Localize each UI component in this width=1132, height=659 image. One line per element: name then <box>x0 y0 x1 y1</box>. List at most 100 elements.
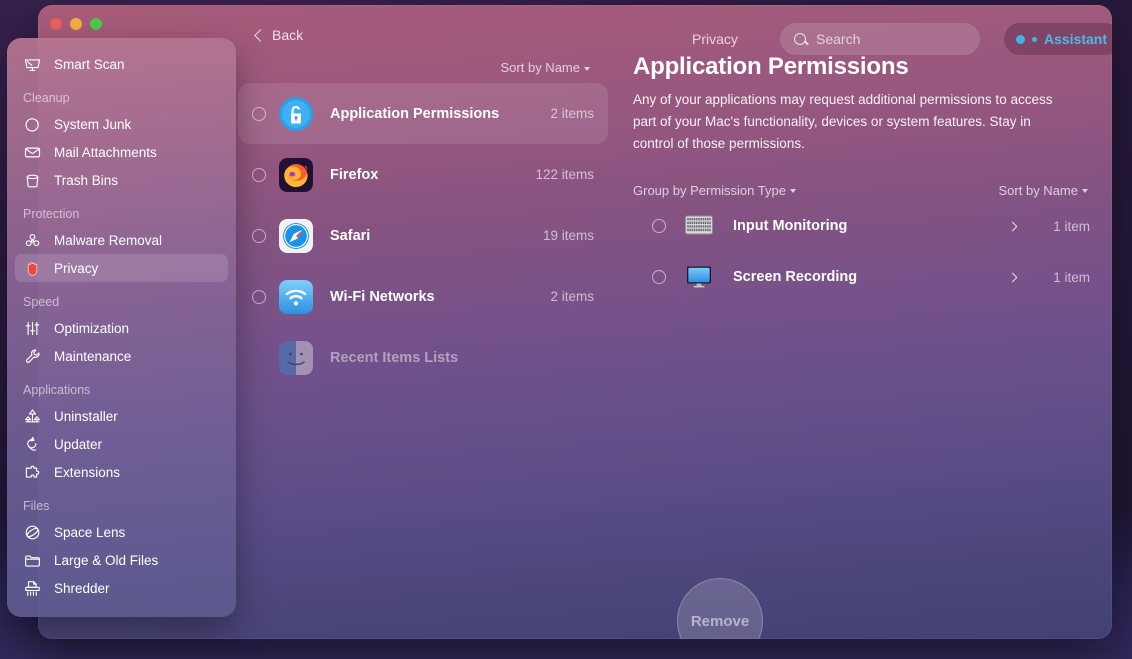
items-list: Application Permissions 2 items Firefox 122… <box>238 83 608 388</box>
sidebar-item-smart-scan[interactable]: Smart Scan <box>15 50 228 78</box>
sidebar-item-uninstaller[interactable]: Uninstaller <box>15 402 228 430</box>
sidebar-item-malware-removal[interactable]: Malware Removal <box>15 226 228 254</box>
window-controls <box>50 18 102 30</box>
list-sort-label: Sort by Name <box>500 60 580 75</box>
permission-row[interactable]: Screen Recording 1 item <box>633 255 1090 300</box>
puzzle-icon <box>23 463 42 482</box>
sidebar-item-label: Shredder <box>54 580 110 596</box>
sidebar-item-label: System Junk <box>54 116 132 132</box>
updater-icon <box>23 435 42 454</box>
assistant-dot-large-icon <box>1016 34 1025 44</box>
sidebar-group-title: Files <box>23 499 50 513</box>
biohazard-icon <box>23 231 42 250</box>
list-item[interactable]: Recent Items Lists <box>238 327 608 388</box>
detail-toolbar: Group by Permission Type Sort by Name <box>633 183 1090 198</box>
permission-checkbox[interactable] <box>652 219 666 234</box>
space-lens-icon <box>23 523 42 542</box>
sidebar-item-large-old-files[interactable]: Large & Old Files <box>15 546 228 574</box>
list-sort-control[interactable]: Sort by Name <box>501 60 590 75</box>
permission-count: 1 item <box>1053 218 1090 234</box>
group-by-control[interactable]: Group by Permission Type <box>633 183 796 198</box>
sidebar-item-optimization[interactable]: Optimization <box>15 314 228 342</box>
search-placeholder: Search <box>816 31 861 47</box>
wifi-icon <box>279 279 313 314</box>
list-toolbar: Sort by Name <box>238 60 608 83</box>
sidebar-item-label: Mail Attachments <box>54 144 157 160</box>
list-item-count: 2 items <box>550 289 594 304</box>
list-item-count: 2 items <box>550 106 594 121</box>
sidebar-item-label: Maintenance <box>54 348 132 364</box>
sidebar-item-label: Large & Old Files <box>54 552 159 568</box>
sidebar-item-shredder[interactable]: Shredder <box>15 574 228 602</box>
sidebar-item-extensions[interactable]: Extensions <box>15 458 228 486</box>
shredder-icon <box>23 579 42 598</box>
list-item-name: Application Permissions <box>330 105 500 122</box>
folder-icon <box>23 551 42 570</box>
back-button[interactable]: Back <box>254 27 304 43</box>
list-item-checkbox[interactable] <box>252 167 266 182</box>
mail-icon <box>23 143 42 162</box>
sidebar-group-title: Speed <box>23 295 60 309</box>
list-item-checkbox[interactable] <box>252 228 266 243</box>
permission-count: 1 item <box>1053 269 1090 285</box>
sidebar-item-mail-attachments[interactable]: Mail Attachments <box>15 138 228 166</box>
unlock-badge-icon <box>279 96 313 131</box>
detail-sort-label: Sort by Name <box>998 182 1078 198</box>
sidebar-item-label: Extensions <box>54 464 121 480</box>
sidebar-item-privacy[interactable]: Privacy <box>15 254 228 282</box>
list-item[interactable]: Wi-Fi Networks 2 items <box>238 266 608 327</box>
items-list-panel: Sort by Name Application Permissions 2 it… <box>238 60 608 388</box>
list-item-name: Safari <box>330 227 371 244</box>
minimize-button[interactable] <box>70 18 82 30</box>
list-item-checkbox[interactable] <box>252 289 266 304</box>
assistant-button[interactable]: Assistant <box>1004 23 1112 55</box>
sidebar-item-system-junk[interactable]: System Junk <box>15 110 228 138</box>
sliders-icon <box>23 319 42 338</box>
sidebar-item-space-lens[interactable]: Space Lens <box>15 518 228 546</box>
sidebar-group-title: Cleanup <box>23 91 70 105</box>
assistant-label: Assistant <box>1044 31 1108 47</box>
close-button[interactable] <box>50 18 62 30</box>
sidebar-group-title: Applications <box>23 383 91 397</box>
sidebar: Smart Scan Cleanup System Junk Mail Attach… <box>7 38 236 617</box>
sidebar-item-maintenance[interactable]: Maintenance <box>15 342 228 370</box>
trash-icon <box>23 171 42 190</box>
list-item-count: 122 items <box>535 167 594 182</box>
permission-checkbox[interactable] <box>652 270 666 285</box>
zoom-button[interactable] <box>90 18 102 30</box>
sidebar-item-label: Updater <box>54 436 103 452</box>
sidebar-item-label: Trash Bins <box>54 172 119 188</box>
sidebar-item-trash-bins[interactable]: Trash Bins <box>15 166 228 194</box>
sidebar-item-updater[interactable]: Updater <box>15 430 228 458</box>
firefox-icon <box>279 157 313 192</box>
sidebar-item-label: Uninstaller <box>54 408 118 424</box>
list-item[interactable]: Firefox 122 items <box>238 144 608 205</box>
list-item[interactable]: Application Permissions 2 items <box>238 83 608 144</box>
remove-button-label: Remove <box>690 612 750 630</box>
search-icon <box>794 33 806 45</box>
chevron-down-icon <box>1082 189 1088 194</box>
sidebar-item-label: Optimization <box>54 320 130 336</box>
permission-row[interactable]: Input Monitoring 1 item <box>633 204 1090 249</box>
sidebar-item-label: Privacy <box>54 260 99 276</box>
detail-sort-control[interactable]: Sort by Name <box>999 183 1088 198</box>
back-button-label: Back <box>272 27 304 43</box>
keyboard-icon <box>685 215 713 237</box>
wrench-icon <box>23 347 42 366</box>
display-icon <box>685 266 713 288</box>
list-item[interactable]: Safari 19 items <box>238 205 608 266</box>
sidebar-item-label: Space Lens <box>54 524 126 540</box>
hand-icon <box>23 259 42 278</box>
system-junk-icon <box>23 115 42 134</box>
sidebar-group-title: Protection <box>23 207 80 221</box>
permission-list: Input Monitoring 1 item Screen Recording 1 … <box>633 204 1090 300</box>
list-item-checkbox[interactable] <box>252 106 266 121</box>
page-description: Any of your applications may request add… <box>633 92 1053 151</box>
chevron-down-icon <box>584 66 590 71</box>
remove-button[interactable]: Remove <box>677 578 763 639</box>
safari-icon <box>279 218 313 253</box>
permission-name: Screen Recording <box>733 269 858 286</box>
group-by-label: Group by Permission Type <box>633 182 786 198</box>
search-field[interactable]: Search <box>780 23 980 55</box>
finder-icon <box>279 340 313 375</box>
